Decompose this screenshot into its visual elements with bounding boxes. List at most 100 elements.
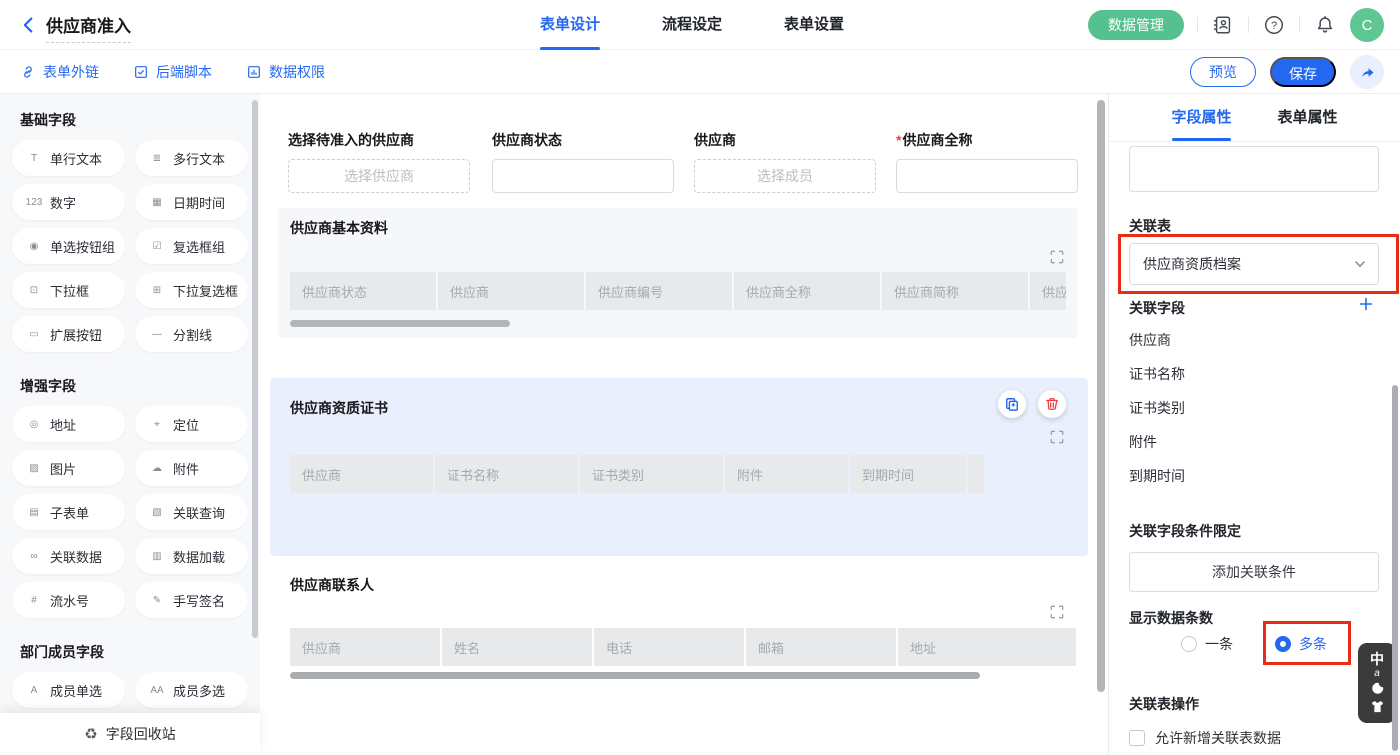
field-type-signature[interactable]: ✎手写签名 <box>135 582 248 618</box>
related-field-item[interactable]: 供应商 <box>1129 330 1171 350</box>
notification-bell-icon[interactable] <box>1313 13 1337 37</box>
field-type-datetime[interactable]: ▦日期时间 <box>135 184 248 220</box>
copy-section-button[interactable] <box>998 390 1026 418</box>
app-window: 供应商准入 表单设计 流程设定 表单设置 数据管理 ? <box>0 0 1400 755</box>
active-tab-underline <box>540 47 600 50</box>
related-field-item[interactable]: 附件 <box>1129 432 1157 452</box>
select-member-input[interactable]: 选择成员 <box>694 159 876 193</box>
field-type-image[interactable]: ▨图片 <box>12 450 125 486</box>
form-field-select-supplier[interactable]: 选择待准入的供应商 选择供应商 <box>288 130 470 193</box>
column-header: 供应商简称 <box>882 272 1030 310</box>
save-button[interactable]: 保存 <box>1270 57 1336 87</box>
user-avatar[interactable]: C <box>1350 8 1384 42</box>
panel-vertical-scrollbar[interactable] <box>1392 385 1398 751</box>
field-type-radio-group[interactable]: ◉单选按钮组 <box>12 228 125 264</box>
field-type-address[interactable]: ◎地址 <box>12 406 125 442</box>
field-title-input[interactable] <box>1129 146 1379 192</box>
signature-icon: ✎ <box>148 595 166 606</box>
related-table-label: 关联表 <box>1129 216 1171 236</box>
field-recycle-bin[interactable]: ♻ 字段回收站 <box>0 713 260 755</box>
sidebar-scrollbar[interactable] <box>252 100 258 638</box>
tab-flow-setting[interactable]: 流程设定 <box>662 0 722 50</box>
field-type-linked-data[interactable]: ∞关联数据 <box>12 538 125 574</box>
serial-number-icon: # <box>25 595 43 606</box>
field-type-linked-query[interactable]: ▧关联查询 <box>135 494 248 530</box>
related-table-select[interactable]: 供应商资质档案 <box>1129 243 1379 285</box>
related-field-item[interactable]: 证书名称 <box>1129 364 1185 384</box>
add-related-field-icon[interactable] <box>1358 296 1374 317</box>
field-type-number[interactable]: 123数字 <box>12 184 125 220</box>
group-title-member-fields: 部门成员字段 <box>20 642 248 662</box>
display-count-label: 显示数据条数 <box>1129 608 1213 628</box>
image-icon: ▨ <box>25 463 43 474</box>
subform-icon: ▤ <box>25 507 43 518</box>
tab-field-properties[interactable]: 字段属性 <box>1171 94 1231 141</box>
share-button[interactable] <box>1350 55 1384 89</box>
section-supplier-basic-info[interactable]: 供应商基本资料 供应商状态 供应商 供应商编号 供应商全称 供应商简称 供应产品 <box>278 208 1078 338</box>
expand-icon[interactable] <box>1050 605 1064 624</box>
table-horizontal-scrollbar[interactable] <box>290 320 510 327</box>
preview-button[interactable]: 预览 <box>1190 57 1256 87</box>
data-manage-button[interactable]: 数据管理 <box>1088 10 1184 40</box>
related-field-item[interactable]: 到期时间 <box>1129 466 1185 486</box>
tab-form-design[interactable]: 表单设计 <box>540 0 600 50</box>
add-condition-button[interactable]: 添加关联条件 <box>1129 552 1379 592</box>
header-tabs: 表单设计 流程设定 表单设置 <box>540 0 844 50</box>
toolbar-links: 表单外链 后端脚本 数据权限 <box>20 50 325 94</box>
select-supplier-input[interactable]: 选择供应商 <box>288 159 470 193</box>
data-load-icon: ▥ <box>148 551 166 562</box>
divider <box>1299 17 1300 33</box>
back-icon[interactable] <box>18 14 40 36</box>
basic-fields-grid: T单行文本 ≣多行文本 123数字 ▦日期时间 ◉单选按钮组 ☑复选框组 ⊡下拉… <box>12 140 248 352</box>
moon-icon <box>1369 681 1385 697</box>
help-icon[interactable]: ? <box>1262 13 1286 37</box>
radio-option-single[interactable]: 一条 <box>1181 634 1233 654</box>
field-type-location[interactable]: ⌖定位 <box>135 406 248 442</box>
properties-panel: 字段属性 表单属性 关联表 供应商资质档案 关联字段 供应商 证书名称 证书类别… <box>1108 94 1400 755</box>
external-link-button[interactable]: 表单外链 <box>20 50 99 94</box>
field-type-subform[interactable]: ▤子表单 <box>12 494 125 530</box>
table-ops-label: 关联表操作 <box>1129 694 1199 714</box>
field-type-attachment[interactable]: ☁附件 <box>135 450 248 486</box>
form-toolbar: 表单外链 后端脚本 数据权限 预览 保存 <box>0 50 1400 94</box>
section-supplier-contacts[interactable]: 供应商联系人 供应商 姓名 电话 邮箱 地址 <box>278 565 1078 692</box>
field-type-multi-select[interactable]: ⊞下拉复选框 <box>135 272 248 308</box>
field-type-data-load[interactable]: ▥数据加载 <box>135 538 248 574</box>
condition-limit-label: 关联字段条件限定 <box>1129 521 1241 541</box>
single-line-text-icon: T <box>25 153 43 164</box>
field-type-multi-line-text[interactable]: ≣多行文本 <box>135 140 248 176</box>
expand-icon[interactable] <box>1050 430 1064 449</box>
multi-line-text-icon: ≣ <box>148 153 166 164</box>
supplier-fullname-input[interactable] <box>896 159 1078 193</box>
field-type-divider[interactable]: —分割线 <box>135 316 248 352</box>
field-type-serial-number[interactable]: #流水号 <box>12 582 125 618</box>
canvas-vertical-scrollbar[interactable] <box>1097 100 1105 692</box>
data-permission-button[interactable]: 数据权限 <box>246 50 325 94</box>
field-type-select[interactable]: ⊡下拉框 <box>12 272 125 308</box>
delete-section-button[interactable] <box>1038 390 1066 418</box>
divider-icon: — <box>148 329 166 340</box>
tab-form-properties[interactable]: 表单属性 <box>1278 94 1338 141</box>
tab-form-setting[interactable]: 表单设置 <box>784 0 844 50</box>
location-icon: ⌖ <box>148 419 166 430</box>
supplier-status-input[interactable] <box>492 159 674 193</box>
allow-add-related-data-checkbox[interactable]: 允许新增关联表数据 <box>1129 728 1281 748</box>
form-field-supplier-fullname[interactable]: *供应商全称 <box>896 130 1078 193</box>
field-type-single-line-text[interactable]: T单行文本 <box>12 140 125 176</box>
floating-translate-widget[interactable]: 中 a <box>1358 643 1396 723</box>
table-horizontal-scrollbar[interactable] <box>290 672 980 679</box>
form-field-supplier-status[interactable]: 供应商状态 <box>492 130 674 193</box>
field-type-extend-button[interactable]: ▭扩展按钮 <box>12 316 125 352</box>
related-field-item[interactable]: 证书类别 <box>1129 398 1185 418</box>
field-type-checkbox-group[interactable]: ☑复选框组 <box>135 228 248 264</box>
field-type-member-single[interactable]: A成员单选 <box>12 672 125 708</box>
form-field-supplier[interactable]: 供应商 选择成员 <box>694 130 876 193</box>
page-title[interactable]: 供应商准入 <box>46 12 131 43</box>
expand-icon[interactable] <box>1050 250 1064 269</box>
radio-option-multiple[interactable]: 多条 <box>1275 634 1327 654</box>
section-supplier-certificates-selected[interactable]: 供应商资质证书 供应商 证书名称 证书类别 附件 到期时间 <box>270 378 1088 556</box>
field-type-member-multi[interactable]: AA成员多选 <box>135 672 248 708</box>
backend-script-button[interactable]: 后端脚本 <box>133 50 212 94</box>
contact-book-icon[interactable] <box>1211 13 1235 37</box>
radio-off-icon <box>1181 636 1197 652</box>
